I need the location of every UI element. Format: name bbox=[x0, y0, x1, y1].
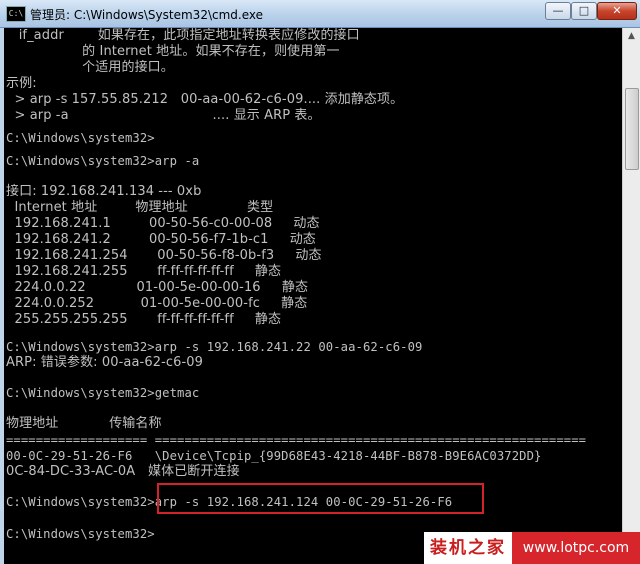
console-line: 192.168.241.254 00-50-56-f8-0b-f3 动态 bbox=[6, 248, 322, 263]
watermark: 装机之家 www.lotpc.com bbox=[424, 532, 640, 564]
title-bar[interactable]: C:\ 管理员: C:\Windows\System32\cmd.exe — □… bbox=[0, 0, 640, 28]
close-button[interactable]: ✕ bbox=[597, 2, 637, 20]
console-line: ARP: 错误参数: 00-aa-62-c6-09 bbox=[6, 355, 204, 370]
watermark-brand: 装机之家 bbox=[424, 532, 512, 564]
maximize-button[interactable]: □ bbox=[571, 2, 597, 20]
scrollbar-thumb[interactable] bbox=[625, 88, 639, 170]
vertical-scrollbar[interactable]: ▲ bbox=[622, 28, 640, 564]
console-line: 255.255.255.255 ff-ff-ff-ff-ff-ff 静态 bbox=[6, 312, 282, 327]
console-line: 192.168.241.255 ff-ff-ff-ff-ff-ff 静态 bbox=[6, 264, 282, 279]
console-line: C:\Windows\system32>getmac bbox=[6, 386, 200, 400]
console-line: > arp -a .... 显示 ARP 表。 bbox=[6, 108, 321, 123]
minimize-button[interactable]: — bbox=[545, 2, 571, 20]
console-line: 192.168.241.2 00-50-56-f7-1b-c1 动态 bbox=[6, 232, 316, 247]
console-line: C:\Windows\system32>arp -a bbox=[6, 154, 200, 168]
console-line: 224.0.0.22 01-00-5e-00-00-16 静态 bbox=[6, 280, 309, 295]
console-line: if_addr 如果存在，此项指定地址转换表应修改的接口 bbox=[6, 28, 360, 43]
cmd-icon: C:\ bbox=[6, 6, 26, 22]
console-line: 192.168.241.1 00-50-56-c0-00-08 动态 bbox=[6, 216, 320, 231]
console-line: 0C-84-DC-33-AC-0A 媒体已断开连接 bbox=[6, 464, 240, 479]
watermark-url: www.lotpc.com bbox=[512, 532, 640, 564]
console-line: =================== ====================… bbox=[6, 433, 587, 447]
highlight-box bbox=[157, 483, 484, 514]
console-line: 接口: 192.168.241.134 --- 0xb bbox=[6, 184, 202, 199]
console-line: 个适用的接口。 bbox=[6, 60, 174, 75]
scroll-up-arrow-icon[interactable]: ▲ bbox=[623, 28, 640, 45]
console-line: Internet 地址 物理地址 类型 bbox=[6, 200, 274, 215]
console-line: > arp -s 157.55.85.212 00-aa-00-62-c6-09… bbox=[6, 92, 404, 107]
console-line: 224.0.0.252 01-00-5e-00-00-fc 静态 bbox=[6, 296, 308, 311]
console-line: C:\Windows\system32> bbox=[6, 527, 155, 541]
console-line: 的 Internet 地址。如果不存在，则使用第一 bbox=[6, 44, 340, 59]
window-title: 管理员: C:\Windows\System32\cmd.exe bbox=[30, 8, 263, 22]
console-line: C:\Windows\system32> bbox=[6, 131, 155, 145]
console-line: 00-0C-29-51-26-F6 \Device\Tcpip_{99D68E4… bbox=[6, 449, 542, 463]
console-line: C:\Windows\system32>arp -s 192.168.241.2… bbox=[6, 340, 423, 354]
console-line: 物理地址 传输名称 bbox=[6, 416, 162, 431]
console-line: 示例: bbox=[6, 76, 37, 91]
